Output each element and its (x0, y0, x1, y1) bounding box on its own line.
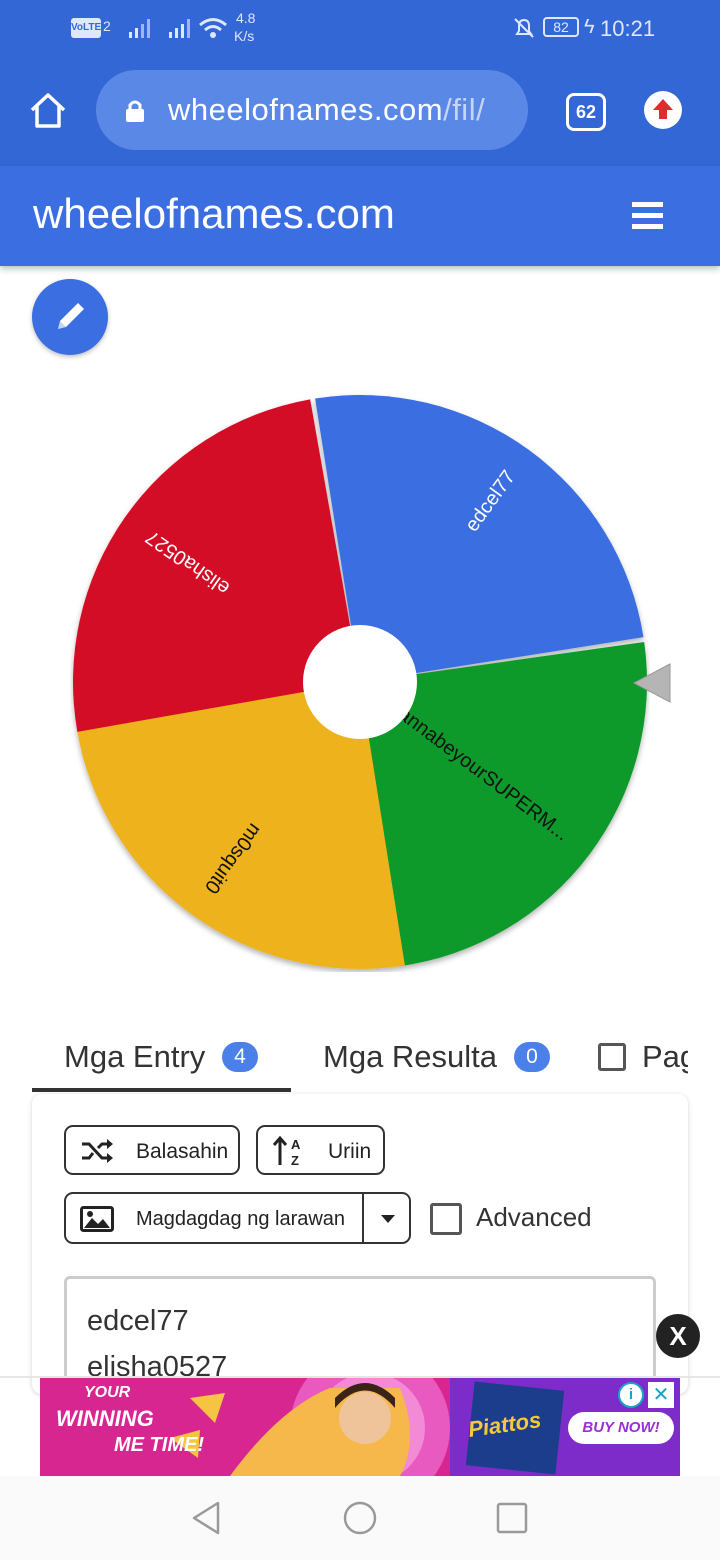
arrow-up-icon (653, 99, 673, 119)
signal-icon-2 (169, 19, 190, 38)
charging-icon: ϟ (584, 16, 595, 38)
signal-icon (129, 19, 150, 38)
ad-banner[interactable]: YOUR WINNING ME TIME! Piattos BUY NOW! i… (40, 1378, 680, 1476)
tab-entries[interactable]: Mga Entry (64, 1039, 205, 1075)
dropdown-divider (362, 1194, 364, 1242)
tab-hide-label[interactable]: Pag (642, 1039, 688, 1075)
sort-az-icon: AZ (272, 1135, 301, 1167)
sim-index: 2 (103, 18, 111, 34)
status-bar: VoLTE 2 4.8 K/s 82 ϟ 10:21 (0, 0, 720, 60)
ad-headline-1: YOUR (84, 1384, 131, 1401)
entries-count-badge: 4 (222, 1042, 258, 1072)
update-button[interactable] (644, 91, 682, 129)
home-circle-icon[interactable] (342, 1500, 378, 1536)
image-icon (80, 1206, 114, 1232)
wheel-pointer (632, 663, 671, 703)
add-image-label: Magdagdag ng larawan (136, 1208, 346, 1230)
net-speed-value: 4.8 (236, 10, 256, 26)
clock: 10:21 (600, 16, 656, 41)
active-tab-indicator (32, 1088, 291, 1092)
wheel[interactable]: edcel77wannabeyourSUPERM...m0squit0elish… (70, 392, 650, 972)
menu-icon[interactable] (632, 202, 664, 230)
entry-line: edcel77 (87, 1305, 189, 1337)
battery-icon: 82 (543, 17, 579, 37)
back-icon[interactable] (188, 1500, 224, 1536)
edit-button[interactable] (32, 279, 108, 355)
add-image-button[interactable]: Magdagdag ng larawan (64, 1192, 411, 1244)
ad-cta-button[interactable]: BUY NOW! (568, 1412, 674, 1444)
recents-icon[interactable] (494, 1500, 530, 1536)
shuffle-label: Balasahin (136, 1140, 229, 1163)
shuffle-icon (82, 1139, 113, 1163)
results-count-badge: 0 (514, 1042, 550, 1072)
tab-hide-checkbox[interactable] (598, 1043, 626, 1071)
sort-label: Uriin (328, 1140, 372, 1163)
tab-switcher-button[interactable]: 62 (566, 93, 606, 131)
advanced-checkbox[interactable] (430, 1203, 462, 1235)
url-text[interactable]: wheelofnames.com/fil/ (168, 92, 485, 128)
tab-results[interactable]: Mga Resulta (323, 1039, 497, 1075)
ad-info-icon[interactable]: i (618, 1382, 644, 1408)
home-icon[interactable] (28, 90, 68, 130)
svg-text:Z: Z (291, 1153, 299, 1167)
net-speed-unit: K/s (234, 28, 255, 44)
mute-bell-icon (514, 18, 534, 38)
ad-headline-2: WINNING (56, 1406, 154, 1431)
close-ad-button[interactable]: X (656, 1314, 700, 1358)
chevron-down-icon[interactable] (376, 1212, 400, 1226)
pencil-icon (58, 303, 84, 329)
lock-icon (126, 100, 144, 122)
sort-button[interactable]: AZ Uriin (256, 1125, 385, 1175)
ad-headline-3: ME TIME! (114, 1434, 204, 1456)
volte-badge: VoLTE (71, 18, 101, 38)
shuffle-button[interactable]: Balasahin (64, 1125, 240, 1175)
app-title[interactable]: wheelofnames.com (33, 190, 395, 238)
svg-text:A: A (291, 1137, 301, 1152)
wifi-icon (199, 18, 227, 38)
wheel-center[interactable] (303, 625, 417, 739)
ad-close-icon[interactable]: ✕ (648, 1382, 674, 1408)
advanced-label[interactable]: Advanced (476, 1202, 592, 1233)
